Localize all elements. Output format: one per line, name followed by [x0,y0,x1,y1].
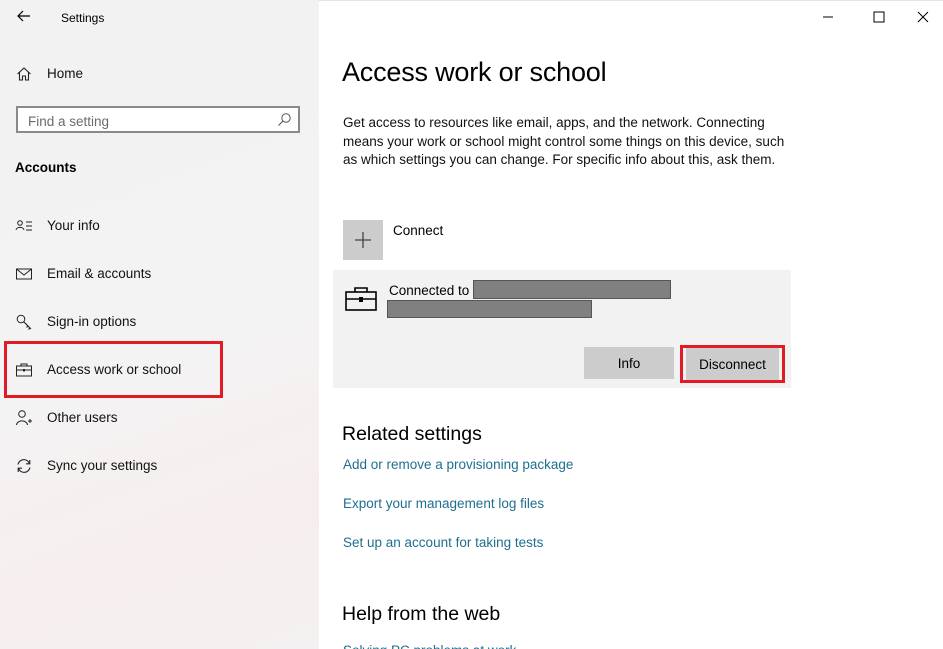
home-icon [17,67,31,81]
sidebar-item-sync-settings[interactable]: Sync your settings [0,446,319,486]
envelope-icon [16,268,32,280]
sidebar-item-label: Sign-in options [47,314,137,329]
account-panel[interactable]: Connected to Info Disconnect [333,270,791,388]
back-arrow-icon [17,10,30,22]
page-description: Get access to resources like email, apps… [343,115,785,167]
search-icon[interactable] [277,112,292,127]
link-export-management-logs[interactable]: Export your management log files [343,496,544,511]
close-button[interactable] [900,0,943,33]
sidebar: Settings Home Accounts Your info Email &… [0,0,319,649]
sidebar-item-your-info[interactable]: Your info [0,206,319,246]
briefcase-icon [345,287,377,311]
link-help-partial[interactable]: Solving PC problems at work [343,643,516,649]
close-icon [917,11,929,23]
sidebar-item-sign-in-options[interactable]: Sign-in options [0,302,319,342]
link-taking-tests-account[interactable]: Set up an account for taking tests [343,535,543,550]
selection-highlight [4,341,223,398]
link-provisioning-package[interactable]: Add or remove a provisioning package [343,457,573,472]
maximize-icon [873,11,885,23]
search-input[interactable] [26,111,270,131]
search-box[interactable] [16,106,300,133]
sidebar-item-label: Home [47,66,84,81]
disconnect-highlight: Disconnect [680,345,785,383]
connect-button[interactable] [343,220,383,260]
sidebar-item-label: Other users [47,410,118,425]
sidebar-item-label: Your info [47,218,100,233]
section-title: Accounts [15,160,77,175]
sync-icon [17,459,31,473]
sidebar-item-other-users[interactable]: Other users [0,398,319,438]
disconnect-button[interactable]: Disconnect [686,348,779,380]
key-icon [16,314,32,330]
minimize-icon [823,16,833,18]
page-title: Access work or school [342,57,607,87]
person-add-icon [16,410,32,426]
sidebar-item-home[interactable]: Home [0,54,319,94]
person-card-icon [15,220,32,231]
sidebar-item-label: Sync your settings [47,458,158,473]
sidebar-item-email-accounts[interactable]: Email & accounts [0,254,319,294]
app-title: Settings [61,11,105,25]
plus-icon [355,232,371,248]
maximize-button[interactable] [856,0,902,33]
redacted-account-name [473,280,671,299]
connect-label[interactable]: Connect [393,223,443,238]
related-settings-heading: Related settings [342,423,482,445]
help-heading: Help from the web [342,603,501,625]
redacted-account-detail [387,300,592,318]
back-button[interactable] [14,6,34,26]
sidebar-item-label: Email & accounts [47,266,152,281]
connected-to-label: Connected to [389,283,470,298]
info-button[interactable]: Info [584,347,674,379]
minimize-button[interactable] [805,0,851,33]
